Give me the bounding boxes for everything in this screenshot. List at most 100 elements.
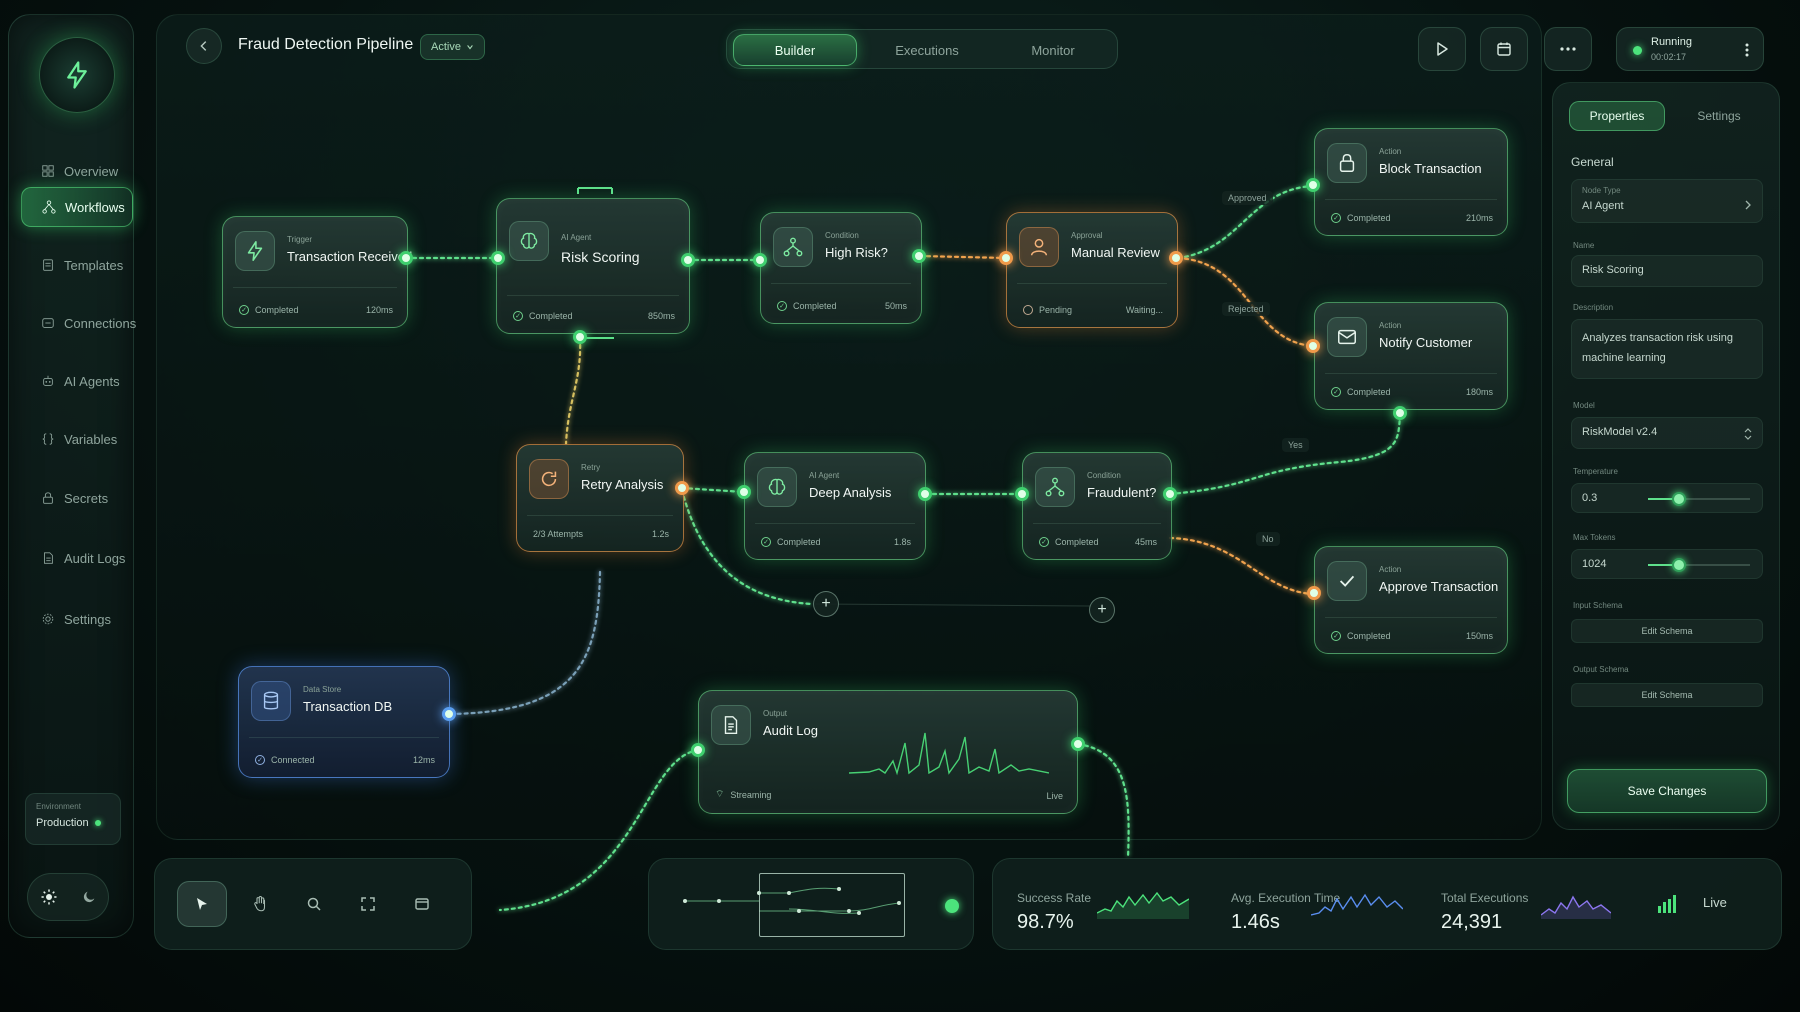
port-review-in[interactable] — [999, 251, 1013, 265]
tab-properties[interactable]: Properties — [1569, 101, 1665, 131]
slider-knob[interactable] — [1671, 558, 1686, 572]
port-deep-in[interactable] — [737, 485, 751, 499]
node-duration: Live — [1046, 791, 1063, 801]
minimap-viewport[interactable] — [759, 873, 905, 937]
section-title: General — [1571, 155, 1614, 169]
zoom-tool-button[interactable] — [289, 881, 339, 927]
description-textarea[interactable]: Analyzes transaction risk using machine … — [1571, 319, 1763, 379]
document-icon — [724, 716, 738, 734]
port-highrisk-out[interactable] — [912, 249, 926, 263]
port-fraud-in[interactable] — [1015, 487, 1029, 501]
node-duration: Waiting... — [1125, 305, 1163, 315]
edit-output-schema-button[interactable]: Edit Schema — [1571, 683, 1763, 707]
port-fraud-out[interactable] — [1163, 487, 1177, 501]
node-duration: 120ms — [365, 305, 393, 315]
node-risk-scoring[interactable]: AI Agent Risk Scoring ✓ Completed 850ms — [496, 198, 690, 334]
node-approve-transaction[interactable]: Action Approve Transaction ✓ Completed 15… — [1314, 546, 1508, 654]
success-rate-label: Success Rate — [1017, 891, 1092, 905]
add-node-button[interactable]: + — [1089, 597, 1115, 623]
node-duration: 12ms — [412, 755, 435, 765]
port-retry-out[interactable] — [675, 481, 689, 495]
node-transaction-received[interactable]: Trigger Transaction Received ✓ Completed … — [222, 216, 412, 328]
node-block-transaction[interactable]: Action Block Transaction ✓ Completed 210m… — [1314, 128, 1508, 236]
layout-tool-button[interactable] — [397, 881, 447, 927]
port-block-in[interactable] — [1306, 178, 1320, 192]
node-icon — [509, 221, 549, 261]
max-tokens-slider[interactable]: 1024 — [1571, 549, 1763, 579]
node-status: Completed — [1347, 631, 1391, 641]
port-audit-out[interactable] — [1071, 737, 1085, 751]
node-divider — [1017, 283, 1167, 284]
live-indicator[interactable]: Live — [1703, 895, 1727, 910]
node-icon — [1327, 317, 1367, 357]
node-audit-log[interactable]: Output Audit Log ⌔ Streaming Live — [698, 690, 1078, 814]
node-divider — [771, 283, 911, 284]
port-audit-in[interactable] — [691, 743, 705, 757]
save-changes-button[interactable]: Save Changes — [1567, 769, 1767, 813]
pan-tool-button[interactable] — [235, 881, 285, 927]
node-divider — [507, 295, 679, 296]
node-high-risk[interactable]: Condition High Risk? ✓ Completed 50ms — [760, 212, 922, 324]
name-input[interactable]: Risk Scoring — [1571, 255, 1763, 287]
port-notify-in[interactable] — [1306, 339, 1320, 353]
node-retry-analysis[interactable]: Retry Retry Analysis 2/3 Attempts 1.2s — [516, 444, 684, 552]
node-divider — [1325, 617, 1497, 618]
node-notify-customer[interactable]: Action Notify Customer ✓ Completed 180ms — [1314, 302, 1508, 410]
database-icon — [263, 691, 279, 710]
port-db-out[interactable] — [442, 707, 456, 721]
node-name: Notify Customer — [1379, 335, 1473, 350]
port-approve-in[interactable] — [1307, 586, 1321, 600]
port-review-out[interactable] — [1169, 251, 1183, 265]
edge-label-approved: Approved — [1222, 191, 1273, 205]
port-risk-out[interactable] — [681, 253, 695, 267]
field-label: Output Schema — [1573, 665, 1629, 674]
node-type-select[interactable]: Node Type AI Agent — [1571, 179, 1763, 223]
node-icon — [1327, 143, 1367, 183]
field-label: Temperature — [1573, 467, 1618, 476]
edge-retry-deep — [680, 486, 746, 494]
field-label: Max Tokens — [1573, 533, 1616, 542]
node-duration: 850ms — [647, 311, 675, 321]
node-status: Completed — [1055, 537, 1099, 547]
node-type: Condition — [1087, 471, 1121, 480]
field-label: Node Type — [1582, 186, 1621, 195]
port-risk-bottom[interactable] — [573, 330, 587, 344]
check-circle-icon: ✓ — [255, 755, 265, 765]
properties-panel: Properties Settings General Node Type AI… — [1552, 82, 1780, 830]
node-name: Approve Transaction — [1379, 579, 1499, 594]
model-select[interactable]: RiskModel v2.4 — [1571, 417, 1763, 449]
node-status: Completed — [793, 301, 837, 311]
edit-input-schema-button[interactable]: Edit Schema — [1571, 619, 1763, 643]
node-icon — [711, 705, 751, 745]
node-type: Approval — [1071, 231, 1103, 240]
check-circle-icon: ✓ — [513, 311, 523, 321]
node-divider — [249, 737, 439, 738]
fit-view-button[interactable] — [343, 881, 393, 927]
lock-icon — [1339, 154, 1355, 172]
check-circle-icon: ✓ — [1331, 213, 1341, 223]
success-rate-sparkline — [1097, 891, 1189, 919]
node-deep-analysis[interactable]: AI Agent Deep Analysis ✓ Completed 1.8s — [744, 452, 926, 560]
node-status: Streaming — [730, 789, 772, 800]
node-manual-review[interactable]: Approval Manual Review Pending Waiting..… — [1006, 212, 1178, 328]
node-status: Pending — [1039, 305, 1073, 315]
select-tool-button[interactable] — [177, 881, 227, 927]
port-highrisk-in[interactable] — [753, 253, 767, 267]
temperature-slider[interactable]: 0.3 — [1571, 483, 1763, 513]
canvas-minimap[interactable] — [648, 858, 974, 950]
expand-icon — [361, 897, 375, 911]
tab-settings[interactable]: Settings — [1671, 101, 1767, 131]
port-risk-in[interactable] — [491, 251, 505, 265]
port-notify-bottom[interactable] — [1393, 406, 1407, 420]
node-type: Action — [1379, 147, 1402, 156]
node-transaction-db[interactable]: Data Store Transaction DB ✓ Connected 12m… — [238, 666, 450, 778]
chevron-updown-icon — [1744, 428, 1752, 440]
slider-knob[interactable] — [1671, 492, 1686, 506]
add-node-button[interactable]: + — [813, 591, 839, 617]
branch-icon — [783, 237, 803, 257]
port-trigger-out[interactable] — [399, 251, 413, 265]
node-duration: 180ms — [1465, 387, 1493, 397]
node-type: AI Agent — [809, 471, 840, 480]
port-deep-out[interactable] — [918, 487, 932, 501]
node-fraudulent[interactable]: Condition Fraudulent? ✓ Completed 45ms — [1022, 452, 1172, 560]
